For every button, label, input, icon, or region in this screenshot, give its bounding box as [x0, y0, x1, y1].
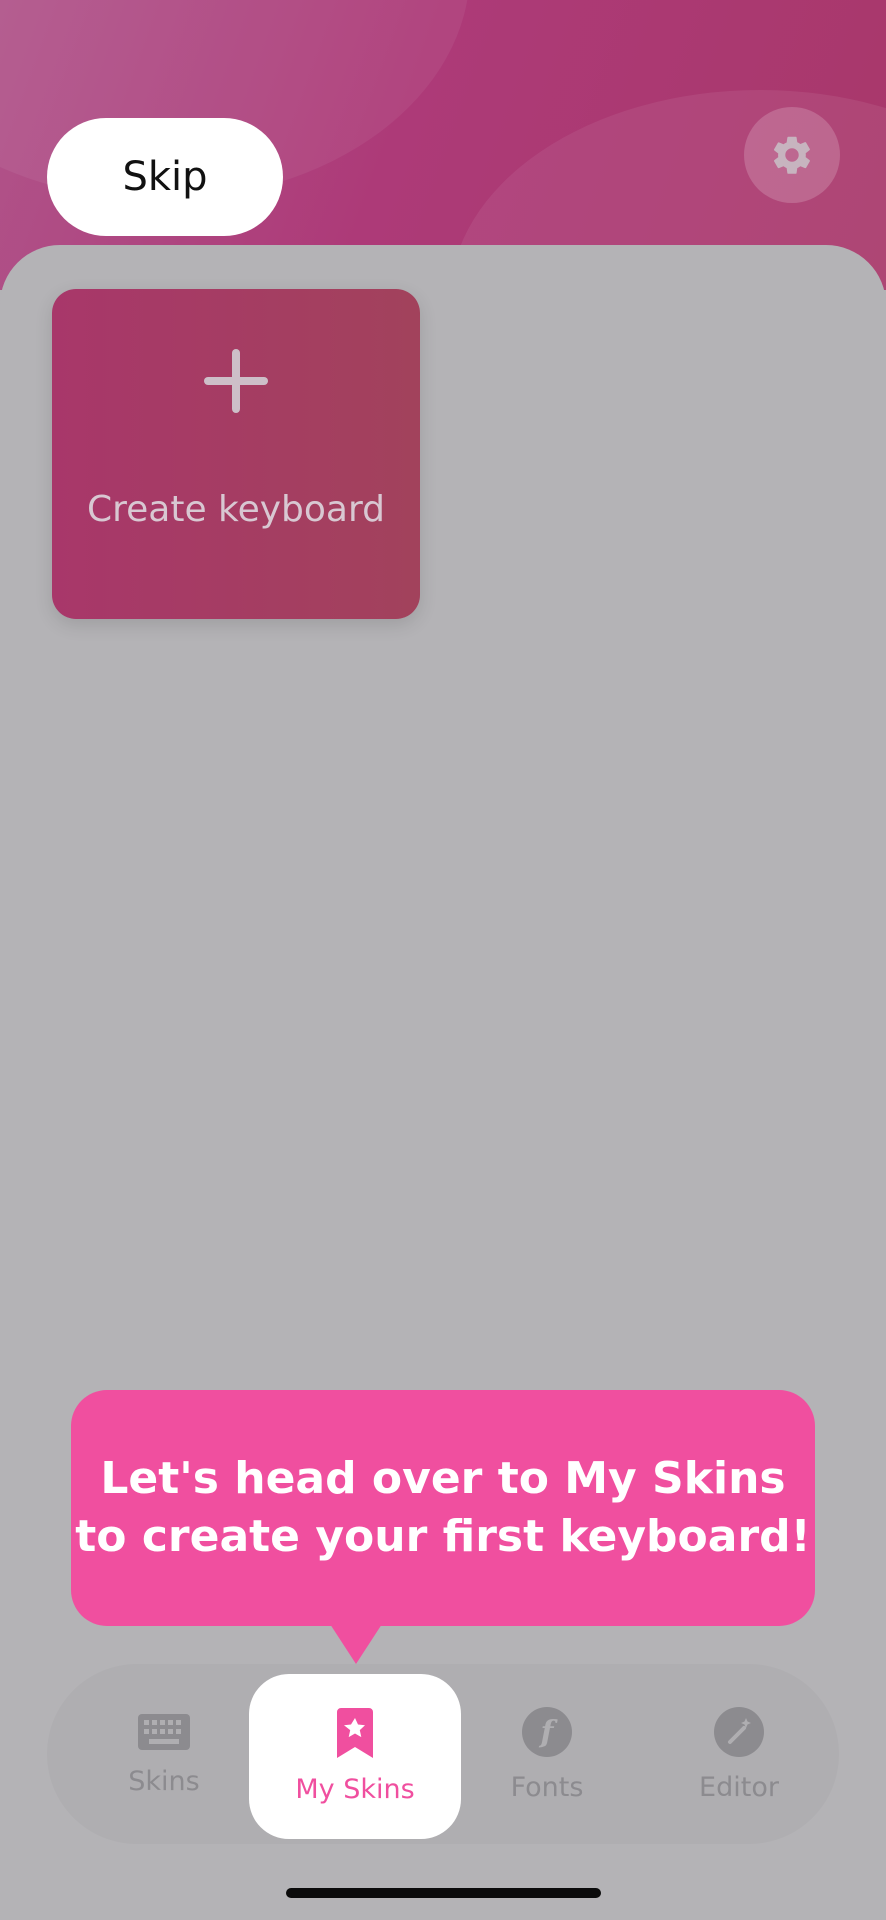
settings-button[interactable] — [744, 107, 840, 203]
tooltip-line-1: Let's head over to My Skins — [100, 1453, 786, 1504]
font-f-icon: f — [522, 1706, 572, 1757]
plus-icon — [204, 349, 268, 413]
tab-my-skins-label: My Skins — [295, 1774, 415, 1805]
bookmark-star-icon — [337, 1708, 373, 1758]
home-indicator — [286, 1888, 601, 1898]
tooltip-line-2: to create your first keyboard! — [75, 1511, 811, 1562]
tab-skins[interactable]: Skins — [69, 1664, 259, 1844]
tab-fonts[interactable]: f Fonts — [452, 1664, 642, 1844]
tab-skins-label: Skins — [128, 1765, 200, 1797]
magic-wand-icon — [714, 1706, 764, 1757]
create-keyboard-label: Create keyboard — [86, 489, 386, 530]
tab-editor-label: Editor — [699, 1771, 779, 1803]
tab-fonts-label: Fonts — [510, 1771, 584, 1803]
skip-button[interactable]: Skip — [47, 118, 283, 236]
onboarding-tooltip: Let's head over to My Skins to create yo… — [71, 1390, 815, 1626]
create-keyboard-card[interactable]: Create keyboard — [52, 289, 420, 619]
gear-icon — [773, 136, 810, 174]
keyboard-icon — [138, 1713, 190, 1750]
tab-editor[interactable]: Editor — [644, 1664, 834, 1844]
tooltip-pointer — [330, 1624, 382, 1664]
tab-my-skins[interactable]: My Skins — [249, 1674, 461, 1839]
bottom-tab-bar: Skins My Skins f Fonts Editor — [47, 1664, 839, 1844]
